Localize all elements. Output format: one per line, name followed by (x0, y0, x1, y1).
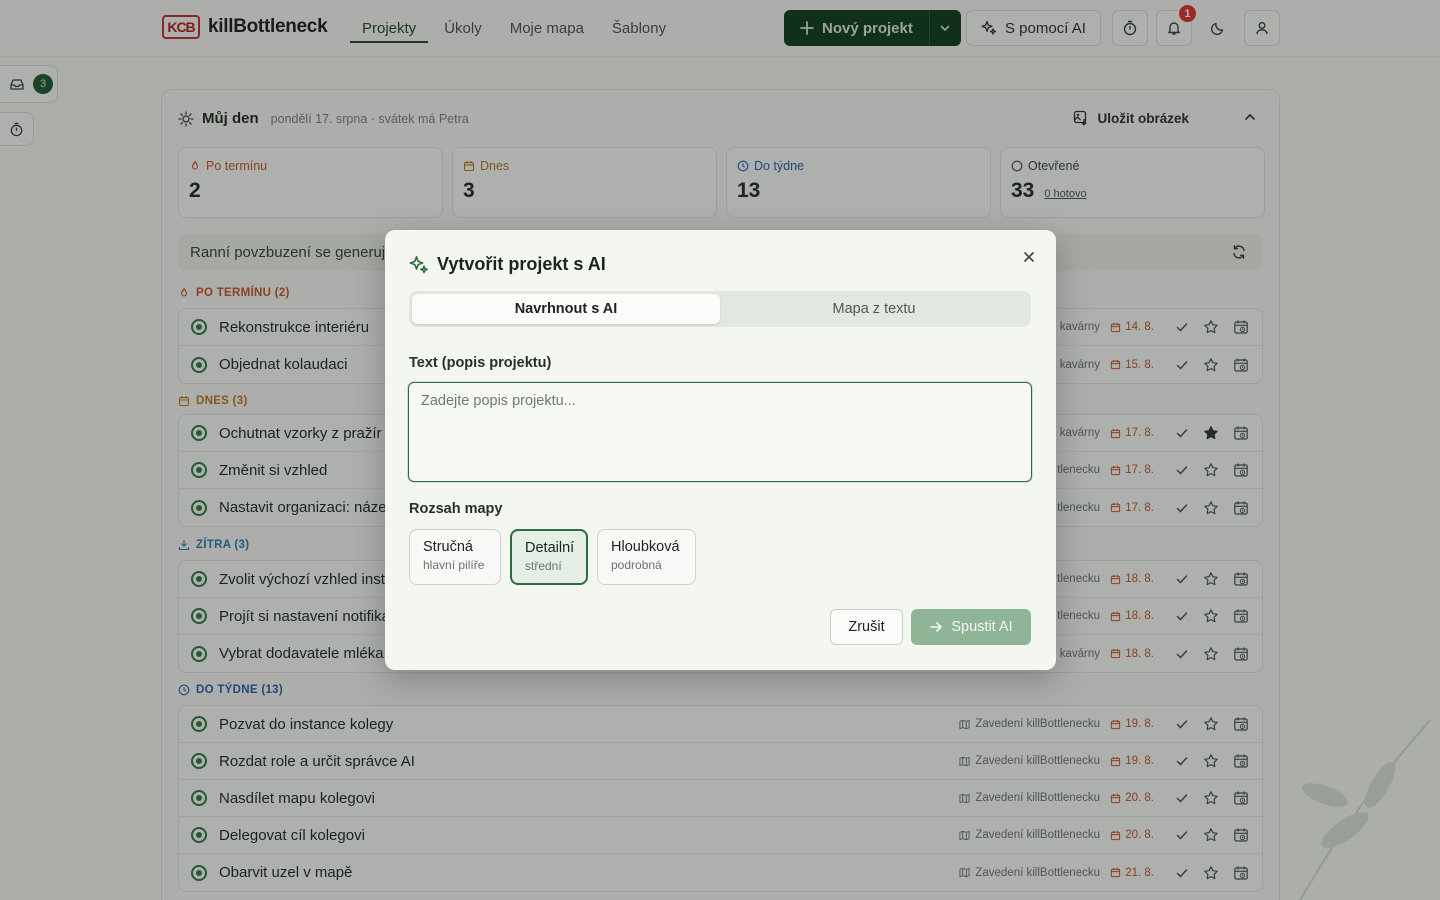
scope-label: Rozsah mapy (409, 501, 503, 517)
scope-option-brief[interactable]: Stručná hlavní pilíře (409, 529, 501, 585)
scope-option-name: Hloubková (611, 539, 680, 555)
scope-option-name: Detailní (525, 540, 575, 556)
scope-option-desc: střední (525, 559, 562, 573)
mode-tabs: Navrhnout s AI Mapa z textu (409, 291, 1031, 327)
dialog-title: Vytvořit projekt s AI (437, 254, 606, 274)
close-button[interactable] (1018, 246, 1040, 268)
tab-suggest-with-ai[interactable]: Navrhnout s AI (412, 294, 720, 324)
run-ai-label: Spustit AI (951, 619, 1013, 635)
scope-option-desc: hlavní pilíře (423, 558, 485, 572)
close-icon (1023, 251, 1035, 263)
map-scope-options: Stručná hlavní pilíře Detailní střední H… (409, 529, 696, 585)
create-project-ai-dialog: Vytvořit projekt s AI Navrhnout s AI Map… (385, 230, 1056, 670)
scope-option-name: Stručná (423, 539, 473, 555)
tab-map-from-text[interactable]: Mapa z textu (720, 294, 1028, 324)
cancel-button[interactable]: Zrušit (830, 609, 903, 645)
scope-option-desc: podrobná (611, 558, 662, 572)
scope-option-detailed[interactable]: Detailní střední (510, 529, 588, 585)
text-field-label: Text (popis projektu) (409, 355, 552, 371)
dialog-title-wrap: Vytvořit projekt s AI (409, 254, 606, 275)
sparkles-icon (409, 255, 429, 275)
project-description-textarea[interactable] (408, 382, 1032, 482)
scope-option-deep[interactable]: Hloubková podrobná (597, 529, 696, 585)
arrow-right-icon (929, 620, 943, 634)
run-ai-button[interactable]: Spustit AI (911, 609, 1031, 645)
